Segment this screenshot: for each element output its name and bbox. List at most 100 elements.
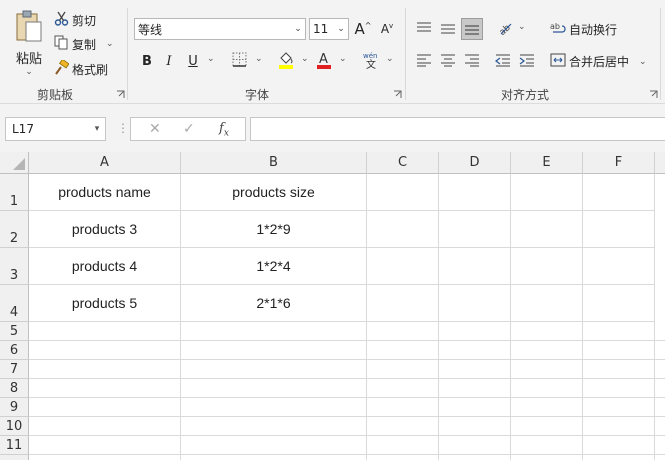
chevron-down-icon: ⌄ [25, 67, 33, 77]
wrap-text-button[interactable]: ab 自动换行 [550, 20, 617, 39]
chevron-down-icon[interactable]: ⌄ [339, 54, 347, 64]
orientation-button[interactable]: ab [494, 18, 516, 40]
align-top-button[interactable] [413, 18, 435, 40]
cell-e1[interactable] [511, 174, 583, 211]
cut-button[interactable]: 剪切 [54, 11, 96, 29]
cell-f3[interactable] [583, 248, 655, 285]
cell-d4[interactable] [439, 285, 511, 322]
chevron-down-icon[interactable]: ⌄ [301, 54, 309, 64]
merge-center-label: 合并后居中 [569, 55, 630, 69]
column-header-f[interactable]: F [583, 152, 655, 174]
dialog-launcher-icon[interactable] [116, 90, 125, 99]
name-box[interactable]: L17 ▾ [5, 117, 106, 141]
cell-f1[interactable] [583, 174, 655, 211]
cell-d1[interactable] [439, 174, 511, 211]
decrease-font-size-button[interactable]: Av [376, 18, 398, 40]
cell-c4[interactable] [367, 285, 439, 322]
cell-f2[interactable] [583, 211, 655, 248]
cell-b4[interactable]: 2*1*6 [181, 285, 367, 322]
cell-e3[interactable] [511, 248, 583, 285]
font-name-select[interactable]: 等线 ⌄ [134, 18, 306, 40]
align-right-button[interactable] [461, 50, 483, 72]
enter-icon[interactable]: ✓ [183, 121, 195, 137]
chevron-down-icon[interactable]: ⌄ [207, 54, 215, 64]
cell-b2[interactable]: 1*2*9 [181, 211, 367, 248]
font-size-select[interactable]: 11 ⌄ [309, 18, 349, 40]
column-header-e[interactable]: E [511, 152, 583, 174]
chevron-down-icon[interactable]: ⌄ [255, 54, 263, 64]
cell-a2[interactable]: products 3 [29, 211, 181, 248]
cell-c3[interactable] [367, 248, 439, 285]
row-header-6[interactable]: 6 [0, 341, 29, 360]
paste-button[interactable]: 粘贴 ⌄ [12, 10, 46, 77]
svg-text:A: A [319, 52, 328, 67]
align-middle-button[interactable] [437, 18, 459, 40]
insert-function-icon[interactable]: fx [219, 121, 229, 139]
merge-center-button[interactable]: 合并后居中 ⌄ [550, 52, 647, 71]
decrease-indent-icon [495, 53, 511, 70]
cell-c2[interactable] [367, 211, 439, 248]
phonetic-guide-button[interactable]: wén 文 [360, 50, 382, 72]
row-header-3[interactable]: 3 [0, 248, 29, 285]
chevron-down-icon[interactable]: ▾ [89, 124, 105, 134]
cell-a4[interactable]: products 5 [29, 285, 181, 322]
cell-d2[interactable] [439, 211, 511, 248]
cell-b3[interactable]: 1*2*4 [181, 248, 367, 285]
row-header-4[interactable]: 4 [0, 285, 29, 322]
dialog-launcher-icon[interactable] [649, 90, 658, 99]
cell-a1[interactable]: products name [29, 174, 181, 211]
decrease-indent-button[interactable] [492, 50, 514, 72]
cell-d3[interactable] [439, 248, 511, 285]
align-left-button[interactable] [413, 50, 435, 72]
format-painter-button[interactable]: 格式刷 [54, 58, 108, 78]
more-options-icon[interactable]: ⋮ [117, 121, 129, 135]
increase-indent-button[interactable] [516, 50, 538, 72]
clipboard-icon [14, 10, 44, 47]
select-all-button[interactable] [0, 152, 29, 174]
align-center-button[interactable] [437, 50, 459, 72]
cell-c1[interactable] [367, 174, 439, 211]
row-header-1[interactable]: 1 [0, 174, 29, 211]
empty-rows-area[interactable] [29, 322, 665, 460]
column-header-a[interactable]: A [29, 152, 181, 174]
increase-font-icon: A^ [354, 20, 372, 38]
row-header-8[interactable]: 8 [0, 379, 29, 398]
phonetic-icon: wén 文 [363, 51, 379, 72]
row-header-10[interactable]: 10 [0, 417, 29, 436]
column-header-b[interactable]: B [181, 152, 367, 174]
font-color-button[interactable]: A [313, 50, 335, 72]
row-header-12[interactable] [0, 455, 29, 460]
increase-font-size-button[interactable]: A^ [352, 18, 374, 40]
cell-b1[interactable]: products size [181, 174, 367, 211]
underline-button[interactable]: U [182, 50, 204, 72]
row-header-7[interactable]: 7 [0, 360, 29, 379]
name-box-value: L17 [12, 122, 34, 136]
column-header-partial[interactable] [655, 152, 665, 174]
align-bottom-button[interactable] [461, 18, 483, 40]
row-header-11[interactable]: 11 [0, 436, 29, 455]
column-header-c[interactable]: C [367, 152, 439, 174]
column-divider [366, 322, 367, 460]
svg-text:wén: wén [363, 52, 377, 60]
dialog-launcher-icon[interactable] [393, 90, 402, 99]
copy-button[interactable]: 复制 ⌄ [54, 35, 114, 53]
chevron-down-icon[interactable]: ⌄ [106, 39, 114, 49]
cell-a3[interactable]: products 4 [29, 248, 181, 285]
chevron-down-icon[interactable]: ⌄ [386, 54, 394, 64]
cell-e2[interactable] [511, 211, 583, 248]
bold-button[interactable]: B [136, 50, 158, 72]
cancel-icon[interactable]: ✕ [149, 121, 161, 137]
column-header-d[interactable]: D [439, 152, 511, 174]
chevron-down-icon[interactable]: ⌄ [518, 22, 526, 32]
cell-e4[interactable] [511, 285, 583, 322]
italic-button[interactable]: I [158, 50, 180, 72]
formula-input[interactable] [250, 117, 665, 141]
fill-color-button[interactable] [275, 50, 297, 72]
cell-f4[interactable] [583, 285, 655, 322]
paint-bucket-icon [278, 51, 294, 72]
row-header-5[interactable]: 5 [0, 322, 29, 341]
row-header-2[interactable]: 2 [0, 211, 29, 248]
chevron-down-icon[interactable]: ⌄ [639, 57, 647, 67]
row-header-9[interactable]: 9 [0, 398, 29, 417]
borders-button[interactable] [228, 50, 250, 72]
